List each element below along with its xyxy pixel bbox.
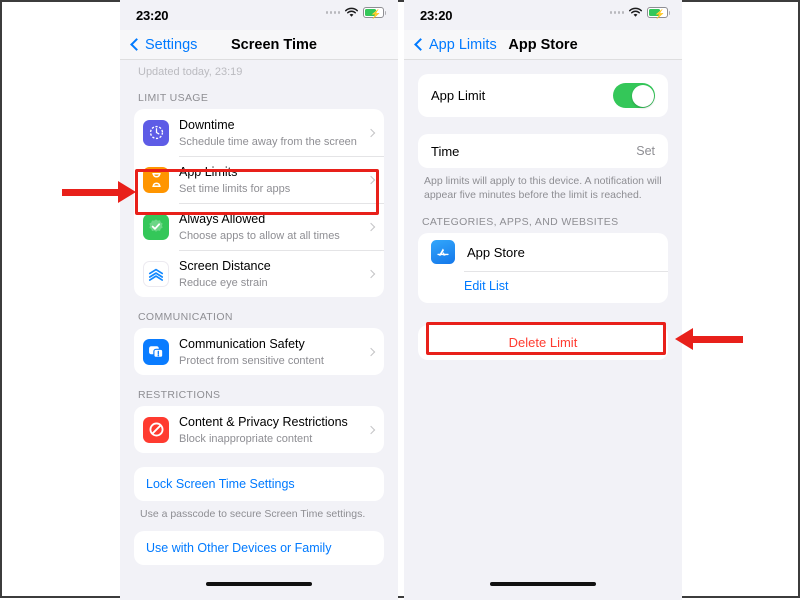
- screen-distance-text: Screen Distance Reduce eye strain: [179, 257, 362, 290]
- lock-footnote: Use a passcode to secure Screen Time set…: [140, 508, 366, 520]
- downtime-subtitle: Schedule time away from the screen: [179, 136, 357, 148]
- back-label: App Limits: [429, 36, 497, 53]
- status-icons: ⚡: [325, 7, 386, 19]
- back-label: Settings: [145, 36, 198, 53]
- status-bar-left: 23:20 ⚡: [120, 0, 398, 30]
- status-time: 23:20: [136, 7, 169, 23]
- app-limits-icon: [143, 166, 169, 193]
- signal-dots-icon: [325, 11, 340, 14]
- always-allowed-title: Always Allowed: [179, 212, 266, 226]
- sidebar-item-screen-distance[interactable]: Screen Distance Reduce eye strain: [134, 250, 384, 297]
- app-limits-title: App Limits: [179, 165, 238, 179]
- nav-bar-right: App Limits App Store: [404, 30, 682, 60]
- communication-safety-title: Communication Safety: [179, 337, 305, 351]
- content-privacy-text: Content & Privacy Restrictions Block ina…: [179, 413, 362, 446]
- app-limit-card: App Limit: [418, 74, 668, 117]
- chevron-left-icon: [130, 38, 143, 51]
- chevron-right-icon: [366, 128, 376, 137]
- app-limits-subtitle: Set time limits for apps: [179, 183, 291, 195]
- signal-dots-icon: [609, 11, 624, 14]
- nav-bar-left: Settings Screen Time: [120, 30, 398, 60]
- toggle-knob: [631, 84, 654, 107]
- categories-card: App Store Edit List: [418, 233, 668, 303]
- communication-safety-icon: [143, 338, 169, 365]
- app-limits-text: App Limits Set time limits for apps: [179, 163, 362, 196]
- list-item-app-store[interactable]: App Store: [418, 233, 668, 271]
- sidebar-item-downtime[interactable]: Downtime Schedule time away from the scr…: [134, 109, 384, 156]
- app-limit-toggle[interactable]: [613, 83, 655, 108]
- time-label: Time: [431, 143, 460, 159]
- battery-charging-icon: ⚡: [363, 7, 386, 19]
- section-header-communication: COMMUNICATION: [138, 311, 233, 323]
- screen-time-body: Updated today, 23:19 LIMIT USAGE Downtim…: [120, 60, 398, 600]
- time-row[interactable]: Time Set: [418, 134, 668, 168]
- communication-safety-subtitle: Protect from sensitive content: [179, 355, 324, 367]
- always-allowed-text: Always Allowed Choose apps to allow at a…: [179, 210, 362, 243]
- chevron-right-icon: [366, 425, 376, 434]
- app-store-limit-body: App Limit Time Set App limits will apply…: [404, 60, 682, 600]
- communication-card: Communication Safety Protect from sensit…: [134, 328, 384, 375]
- section-header-restrictions: RESTRICTIONS: [138, 389, 221, 401]
- chevron-right-icon: [366, 347, 376, 356]
- content-privacy-subtitle: Block inappropriate content: [179, 433, 313, 445]
- updated-timestamp: Updated today, 23:19: [138, 66, 243, 78]
- section-header-categories: CATEGORIES, APPS, AND WEBSITES: [422, 216, 619, 228]
- app-store-icon: [431, 240, 455, 264]
- home-indicator: [490, 582, 596, 586]
- wifi-icon: [344, 7, 359, 17]
- app-store-name: App Store: [467, 244, 525, 260]
- chevron-right-icon: [366, 175, 376, 184]
- sidebar-item-communication-safety[interactable]: Communication Safety Protect from sensit…: [134, 328, 384, 375]
- home-indicator: [206, 582, 312, 586]
- sidebar-item-content-privacy[interactable]: Content & Privacy Restrictions Block ina…: [134, 406, 384, 453]
- screen-distance-subtitle: Reduce eye strain: [179, 277, 268, 289]
- use-with-other-devices-button[interactable]: Use with Other Devices or Family: [134, 531, 384, 565]
- screenshot-stage: 23:20 ⚡ Settings Screen Time Updated tod…: [2, 0, 798, 600]
- always-allowed-subtitle: Choose apps to allow at all times: [179, 230, 340, 242]
- status-icons: ⚡: [609, 7, 670, 19]
- screen-distance-title: Screen Distance: [179, 259, 271, 273]
- right-phone-screen: 23:20 ⚡ App Limits App Store App Limit T…: [404, 0, 682, 600]
- chevron-left-icon: [414, 38, 427, 51]
- section-header-limit-usage: LIMIT USAGE: [138, 92, 209, 104]
- content-privacy-icon: [143, 416, 169, 443]
- screen-distance-icon: [143, 260, 169, 287]
- left-phone-screen: 23:20 ⚡ Settings Screen Time Updated tod…: [120, 0, 398, 600]
- back-button-settings[interactable]: Settings: [130, 36, 198, 53]
- chevron-right-icon: [366, 269, 376, 278]
- app-limit-row: App Limit: [418, 74, 668, 117]
- always-allowed-icon: [143, 213, 169, 240]
- restrictions-card: Content & Privacy Restrictions Block ina…: [134, 406, 384, 453]
- app-limit-label: App Limit: [431, 88, 486, 103]
- status-bar-right: 23:20 ⚡: [404, 0, 682, 30]
- downtime-title: Downtime: [179, 118, 235, 132]
- chevron-right-icon: [366, 222, 376, 231]
- limit-usage-card: Downtime Schedule time away from the scr…: [134, 109, 384, 297]
- wifi-icon: [628, 7, 643, 17]
- downtime-text: Downtime Schedule time away from the scr…: [179, 116, 362, 149]
- sidebar-item-always-allowed[interactable]: Always Allowed Choose apps to allow at a…: [134, 203, 384, 250]
- time-value: Set: [636, 144, 655, 158]
- back-button-app-limits[interactable]: App Limits: [414, 36, 497, 53]
- battery-charging-icon: ⚡: [647, 7, 670, 19]
- status-time: 23:20: [420, 7, 453, 23]
- app-limit-footnote: App limits will apply to this device. A …: [424, 175, 662, 201]
- communication-safety-text: Communication Safety Protect from sensit…: [179, 335, 362, 368]
- delete-limit-button[interactable]: Delete Limit: [418, 325, 668, 360]
- edit-list-button[interactable]: Edit List: [418, 271, 668, 303]
- lock-screen-time-settings-button[interactable]: Lock Screen Time Settings: [134, 467, 384, 501]
- content-privacy-title: Content & Privacy Restrictions: [179, 415, 348, 429]
- time-card[interactable]: Time Set: [418, 134, 668, 168]
- sidebar-item-app-limits[interactable]: App Limits Set time limits for apps: [134, 156, 384, 203]
- downtime-icon: [143, 119, 169, 146]
